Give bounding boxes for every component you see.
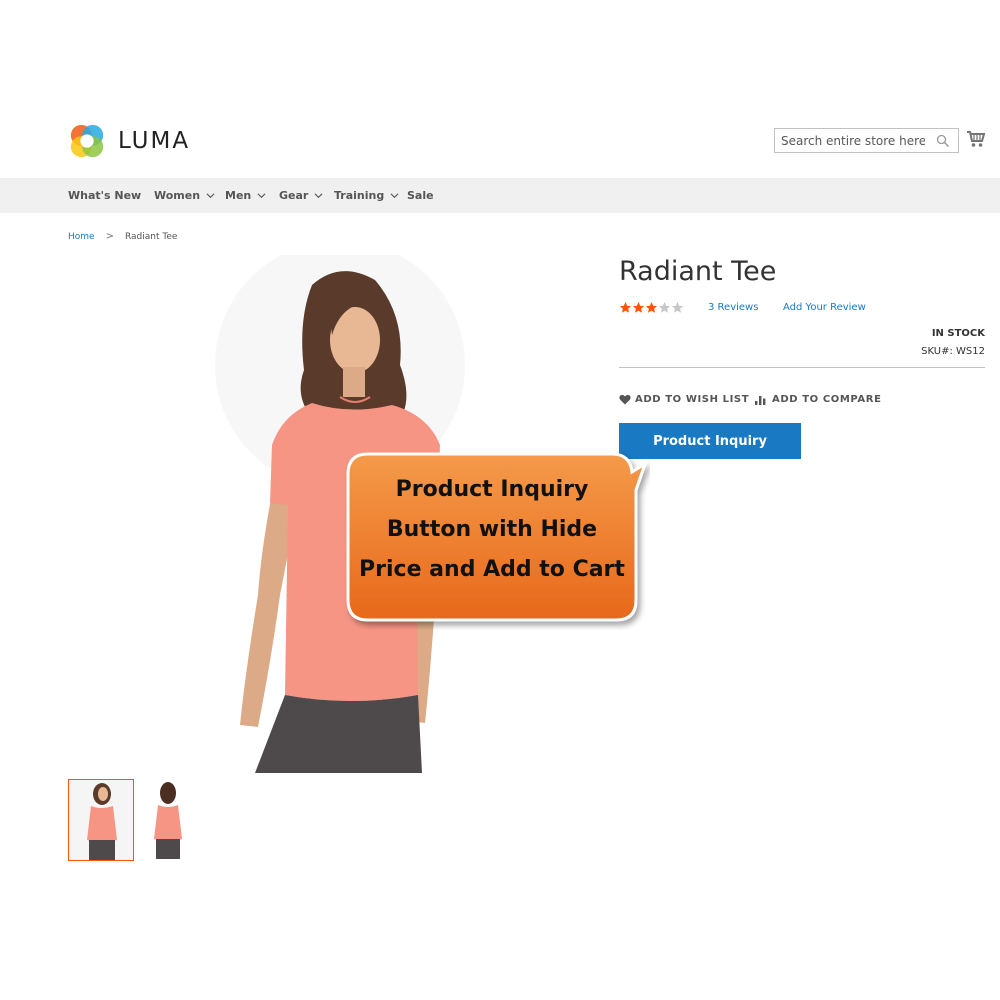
luma-logo-icon <box>70 124 104 158</box>
nav-item-men[interactable]: Men <box>225 178 266 213</box>
search-input[interactable] <box>775 129 925 152</box>
nav-item-women[interactable]: Women <box>154 178 215 213</box>
star-icon <box>632 301 645 313</box>
product-thumbnail-front[interactable] <box>68 779 134 861</box>
callout-line-3: Price and Add to Cart <box>359 557 625 582</box>
star-empty-icon <box>658 301 671 313</box>
star-empty-icon <box>671 301 684 313</box>
reviews-link[interactable]: 3 Reviews <box>708 302 758 313</box>
wishlist-label: ADD TO WISH LIST <box>635 394 750 405</box>
main-navigation: What's New Women Men Gear Training Sale <box>0 178 1000 213</box>
nav-item-label: Sale <box>407 189 434 202</box>
thumbnail-image <box>140 779 204 859</box>
luma-logo[interactable]: LUMA <box>68 121 208 161</box>
stock-status: IN STOCK <box>931 328 985 339</box>
callout-line-2: Button with Hide <box>386 517 598 542</box>
compare-label: ADD TO COMPARE <box>772 394 882 405</box>
nav-item-training[interactable]: Training <box>334 178 399 213</box>
star-icon <box>619 301 632 313</box>
compare-chart-icon <box>755 396 766 405</box>
chevron-down-icon <box>257 193 266 199</box>
nav-item-sale[interactable]: Sale <box>407 178 434 213</box>
nav-item-label: Women <box>154 189 201 202</box>
heart-icon <box>619 394 631 405</box>
nav-item-label: Gear <box>279 189 309 202</box>
nav-item-label: What's New <box>68 189 142 202</box>
nav-item-gear[interactable]: Gear <box>279 178 323 213</box>
callout-text: Product Inquiry Button with Hide Price a… <box>347 470 637 590</box>
nav-item-whats-new[interactable]: What's New <box>68 178 141 213</box>
search-box[interactable] <box>774 128 959 153</box>
product-thumbnail-back[interactable] <box>140 779 206 861</box>
product-title: Radiant Tee <box>619 256 777 287</box>
product-sku: SKU#: WS12 <box>921 346 985 357</box>
search-icon[interactable] <box>936 134 950 148</box>
divider <box>619 367 985 368</box>
add-to-wishlist-link[interactable]: ADD TO WISH LIST <box>619 394 749 405</box>
chevron-down-icon <box>390 193 399 199</box>
brand-name: LUMA <box>118 128 191 154</box>
breadcrumb-current: Radiant Tee <box>124 231 178 242</box>
cart-icon[interactable] <box>966 129 986 149</box>
chevron-down-icon <box>206 193 215 199</box>
breadcrumb-home-link[interactable]: Home <box>68 232 95 242</box>
add-review-link[interactable]: Add Your Review <box>783 302 866 313</box>
nav-item-label: Training <box>334 189 385 202</box>
add-to-compare-link[interactable]: ADD TO COMPARE <box>755 394 882 405</box>
thumbnail-image <box>69 780 133 860</box>
breadcrumb-separator: > <box>105 231 114 242</box>
breadcrumb: Home > Radiant Tee <box>68 231 177 242</box>
chevron-down-icon <box>314 193 323 199</box>
callout-line-1: Product Inquiry <box>395 477 589 502</box>
rating-stars <box>619 301 684 314</box>
nav-item-label: Men <box>225 189 252 202</box>
star-icon <box>645 301 658 313</box>
